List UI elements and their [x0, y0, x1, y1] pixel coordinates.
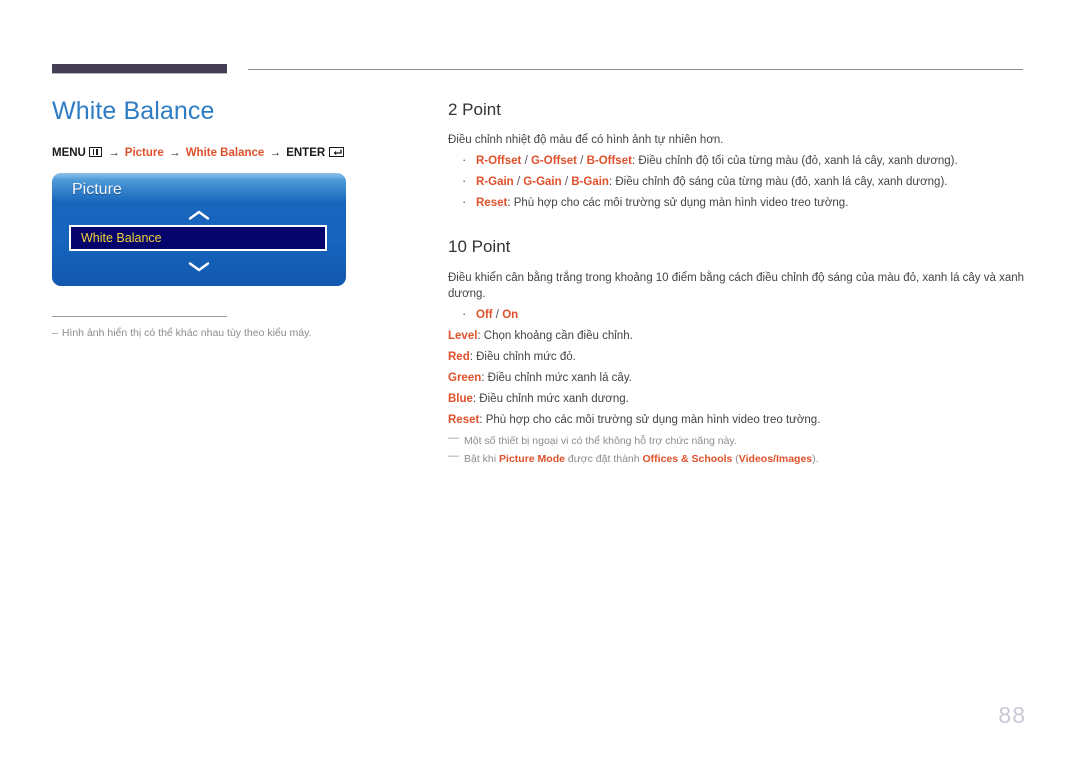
term: Green: [448, 371, 482, 384]
section-10point-bullet-list: Off / On: [448, 306, 1026, 323]
path-step-picture[interactable]: Picture: [125, 147, 164, 159]
osd-selected-row-label: White Balance: [81, 231, 162, 246]
note-term-videos-images: Videos/Images: [738, 452, 813, 465]
term: Reset: [448, 413, 480, 426]
setting-item-level: Level: Chọn khoảng cần điều chỉnh.: [448, 328, 1026, 344]
path-arrow-1: →: [108, 147, 120, 160]
path-arrow-2: →: [168, 147, 181, 160]
list-item: Reset: Phù hợp cho các môi trường sử dụn…: [448, 194, 1026, 211]
footnote-divider: [52, 316, 227, 318]
term: R-Gain: [476, 176, 514, 189]
chevron-up-icon[interactable]: [52, 208, 346, 226]
osd-panel-title: Picture: [72, 181, 122, 199]
term: R-Offset: [476, 155, 522, 168]
page-title: White Balance: [52, 97, 215, 125]
note-dash: —: [448, 449, 459, 462]
note-text: Một số thiết bị ngoại vi có thể không hỗ…: [464, 434, 737, 447]
term-desc: : Chọn khoảng cần điều chỉnh.: [477, 329, 633, 342]
section-heading-10point: 10 Point: [448, 237, 511, 257]
osd-selected-row[interactable]: White Balance: [69, 225, 327, 252]
menu-label: MENU: [52, 147, 86, 160]
term-desc: : Phù hợp cho các môi trường sử dụng màn…: [479, 413, 821, 426]
enter-label: ENTER: [286, 147, 326, 160]
term-desc: : Điều chỉnh độ tối của từng màu (đỏ, xa…: [631, 155, 958, 168]
note-term-offices-schools: Offices & Schools: [642, 452, 733, 465]
section-2point-intro: Điều chỉnh nhiệt độ màu để có hình ảnh t…: [448, 134, 724, 147]
term: Blue: [448, 392, 473, 405]
section-10point-intro: Điều khiển cân bằng trắng trong khoảng 1…: [448, 271, 1025, 300]
osd-menu-panel: Picture White Balance: [52, 173, 346, 287]
note-text-part-1: Bật khi: [464, 452, 500, 465]
section-2point-bullet-list: R-Offset / G-Offset / B-Offset: Điều chỉ…: [448, 152, 1026, 211]
term: Red: [448, 350, 470, 363]
setting-item-reset: Reset: Phù hợp cho các môi trường sử dụn…: [448, 412, 1026, 428]
term: G-Offset: [530, 155, 577, 168]
page-number: 88: [998, 702, 1026, 728]
term: B-Gain: [571, 176, 609, 189]
note-picture-mode: — Bật khi Picture Mode được đặt thành Off…: [448, 449, 1026, 467]
term-desc: : Điều chỉnh mức xanh dương.: [472, 392, 629, 405]
term: Off: [476, 308, 493, 321]
term: Reset: [476, 197, 508, 210]
note-text-part-2: được đặt thành: [564, 452, 643, 465]
term: B-Offset: [586, 155, 632, 168]
enter-key-icon: [329, 147, 345, 158]
menu-path-breadcrumb: MENU → Picture → White Balance → ENTER: [52, 146, 412, 160]
list-item: Off / On: [448, 306, 1026, 323]
note-dash: —: [448, 431, 459, 444]
footnote-dash: –: [52, 327, 58, 340]
footnote-text: Hình ảnh hiển thị có thể khác nhau tùy t…: [61, 327, 312, 340]
setting-item-red: Red: Điều chỉnh mức đỏ.: [448, 349, 1026, 365]
section-heading-2point: 2 Point: [448, 100, 501, 119]
term: On: [502, 308, 519, 321]
header-rule: [248, 69, 1023, 70]
term-desc: : Phù hợp cho các môi trường sử dụng màn…: [507, 197, 849, 210]
path-arrow-3: →: [269, 147, 282, 160]
menu-grid-icon: [88, 147, 102, 158]
term: Level: [448, 329, 478, 342]
term-desc: : Điều chỉnh mức đỏ.: [469, 350, 576, 363]
term: G-Gain: [523, 176, 562, 189]
list-item: R-Gain / G-Gain / B-Gain: Điều chỉnh độ …: [448, 173, 1026, 190]
left-footnote: – Hình ảnh hiển thị có thể khác nhau tùy …: [52, 326, 412, 340]
chevron-down-icon[interactable]: [52, 259, 346, 277]
note-peripherals: — Một số thiết bị ngoại vi có thể không h…: [448, 431, 1026, 449]
list-item: R-Offset / G-Offset / B-Offset: Điều chỉ…: [448, 152, 1026, 169]
header-accent-bar: [52, 64, 227, 74]
setting-item-green: Green: Điều chỉnh mức xanh lá cây.: [448, 370, 1026, 386]
note-text-part-4: ).: [812, 452, 819, 465]
left-column: White Balance MENU → Picture → White Bal…: [52, 96, 412, 340]
setting-item-blue: Blue: Điều chỉnh mức xanh dương.: [448, 391, 1026, 407]
term-desc: : Điều chỉnh độ sáng của từng màu (đỏ, x…: [608, 176, 948, 189]
term-desc: : Điều chỉnh mức xanh lá cây.: [481, 371, 632, 384]
right-column: 2 Point Điều chỉnh nhiệt độ màu để có hì…: [448, 100, 1026, 469]
note-term-picture-mode: Picture Mode: [499, 452, 565, 465]
path-step-white-balance[interactable]: White Balance: [186, 147, 265, 159]
